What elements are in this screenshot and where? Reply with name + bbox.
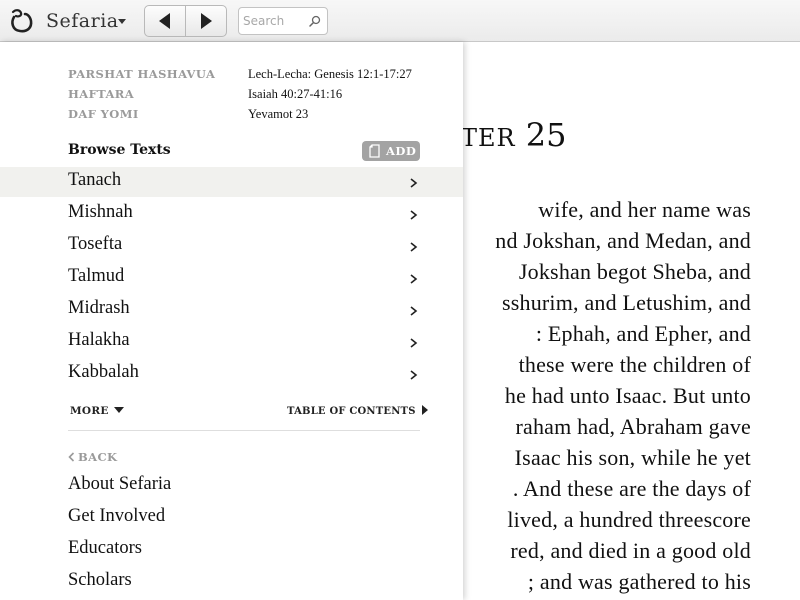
back-link[interactable]: BACK bbox=[68, 446, 117, 465]
text-line: nd Jokshan, and Medan, and bbox=[495, 228, 751, 253]
chevron-right-icon bbox=[410, 306, 418, 316]
category-label: Midrash bbox=[68, 298, 130, 318]
back-button[interactable] bbox=[145, 6, 185, 36]
parsha-link[interactable]: Lech-Lecha: Genesis 12:1-17:27 bbox=[248, 67, 412, 82]
chapter-heading: TER 25 bbox=[463, 116, 567, 154]
category-halakha[interactable]: Halakha bbox=[0, 327, 463, 357]
chapter-word: TER bbox=[463, 124, 516, 152]
text-line: these were the children of bbox=[518, 352, 751, 377]
add-button-label: ADD bbox=[386, 144, 417, 158]
sefaria-logo-icon[interactable] bbox=[10, 8, 34, 34]
document-icon bbox=[369, 144, 380, 158]
text-line: Isaac his son, while he yet bbox=[514, 445, 751, 470]
educators-link[interactable]: Educators bbox=[68, 538, 142, 559]
history-nav bbox=[144, 5, 227, 37]
about-sefaria-link[interactable]: About Sefaria bbox=[68, 474, 171, 495]
arrow-right-icon bbox=[201, 13, 212, 29]
chevron-right-icon bbox=[410, 210, 418, 220]
category-label: Talmud bbox=[68, 266, 125, 286]
category-label: Halakha bbox=[68, 330, 130, 350]
text-line: he had unto Isaac. But unto bbox=[504, 383, 751, 408]
get-involved-link[interactable]: Get Involved bbox=[68, 506, 165, 527]
category-label: Mishnah bbox=[68, 202, 133, 222]
brand-dropdown-caret-icon[interactable] bbox=[118, 19, 126, 24]
daf-yomi-label: DAF YOMI bbox=[68, 107, 139, 121]
chapter-number: 25 bbox=[525, 116, 567, 154]
text-line: . And these are the days of bbox=[512, 476, 751, 501]
search-icon[interactable] bbox=[309, 15, 321, 27]
reader-pane: TER 25 wife, and her name was nd Jokshan… bbox=[463, 42, 800, 600]
category-midrash[interactable]: Midrash bbox=[0, 295, 463, 325]
toc-label: TABLE OF CONTENTS bbox=[287, 406, 416, 417]
chevron-right-icon bbox=[410, 274, 418, 284]
category-label: Tosefta bbox=[68, 234, 123, 254]
brand-name[interactable]: Sefaria bbox=[46, 10, 119, 32]
top-header: Sefaria bbox=[0, 0, 800, 42]
text-line: sshurim, and Letushim, and bbox=[501, 290, 751, 315]
text-line: red, and died in a good old bbox=[510, 538, 751, 563]
text-line: ; and was gathered to his bbox=[527, 569, 751, 594]
category-label: Kabbalah bbox=[68, 362, 139, 382]
search-input[interactable] bbox=[243, 12, 307, 30]
text-line: Jokshan begot Sheba, and bbox=[518, 259, 751, 284]
chevron-right-icon bbox=[410, 338, 418, 348]
chevron-left-icon bbox=[68, 452, 75, 462]
chevron-right-icon bbox=[410, 370, 418, 380]
search-box bbox=[238, 7, 328, 35]
table-of-contents-link[interactable]: TABLE OF CONTENTS bbox=[287, 399, 428, 418]
category-label: Tanach bbox=[68, 170, 122, 190]
category-mishnah[interactable]: Mishnah bbox=[0, 199, 463, 229]
back-label: BACK bbox=[78, 450, 118, 464]
more-categories-button[interactable]: MORE bbox=[70, 399, 124, 418]
text-line: wife, and her name was bbox=[538, 197, 751, 222]
daf-yomi-link[interactable]: Yevamot 23 bbox=[248, 107, 308, 122]
parsha-label: PARSHAT HASHAVUA bbox=[68, 67, 216, 81]
caret-down-icon bbox=[113, 407, 124, 413]
category-tosefta[interactable]: Tosefta bbox=[0, 231, 463, 261]
text-line: raham had, Abraham gave bbox=[515, 414, 751, 439]
text-line: lived, a hundred threescore bbox=[507, 507, 751, 532]
category-kabbalah[interactable]: Kabbalah bbox=[0, 359, 463, 389]
forward-button[interactable] bbox=[186, 6, 226, 36]
section-divider bbox=[68, 430, 420, 431]
scholars-link[interactable]: Scholars bbox=[68, 570, 132, 591]
triangle-right-icon bbox=[421, 405, 428, 415]
browse-texts-heading: Browse Texts bbox=[68, 142, 171, 158]
arrow-left-icon bbox=[159, 13, 170, 29]
haftara-label: HAFTARA bbox=[68, 87, 135, 101]
haftara-link[interactable]: Isaiah 40:27-41:16 bbox=[248, 87, 342, 102]
more-label: MORE bbox=[70, 405, 109, 417]
add-text-button[interactable]: ADD bbox=[362, 141, 420, 161]
chevron-right-icon bbox=[410, 242, 418, 252]
category-talmud[interactable]: Talmud bbox=[0, 263, 463, 293]
navigation-menu: PARSHAT HASHAVUA Lech-Lecha: Genesis 12:… bbox=[0, 42, 463, 600]
chevron-right-icon bbox=[410, 178, 418, 188]
category-tanach[interactable]: Tanach bbox=[0, 167, 463, 197]
text-line: : Ephah, and Epher, and bbox=[535, 321, 751, 346]
